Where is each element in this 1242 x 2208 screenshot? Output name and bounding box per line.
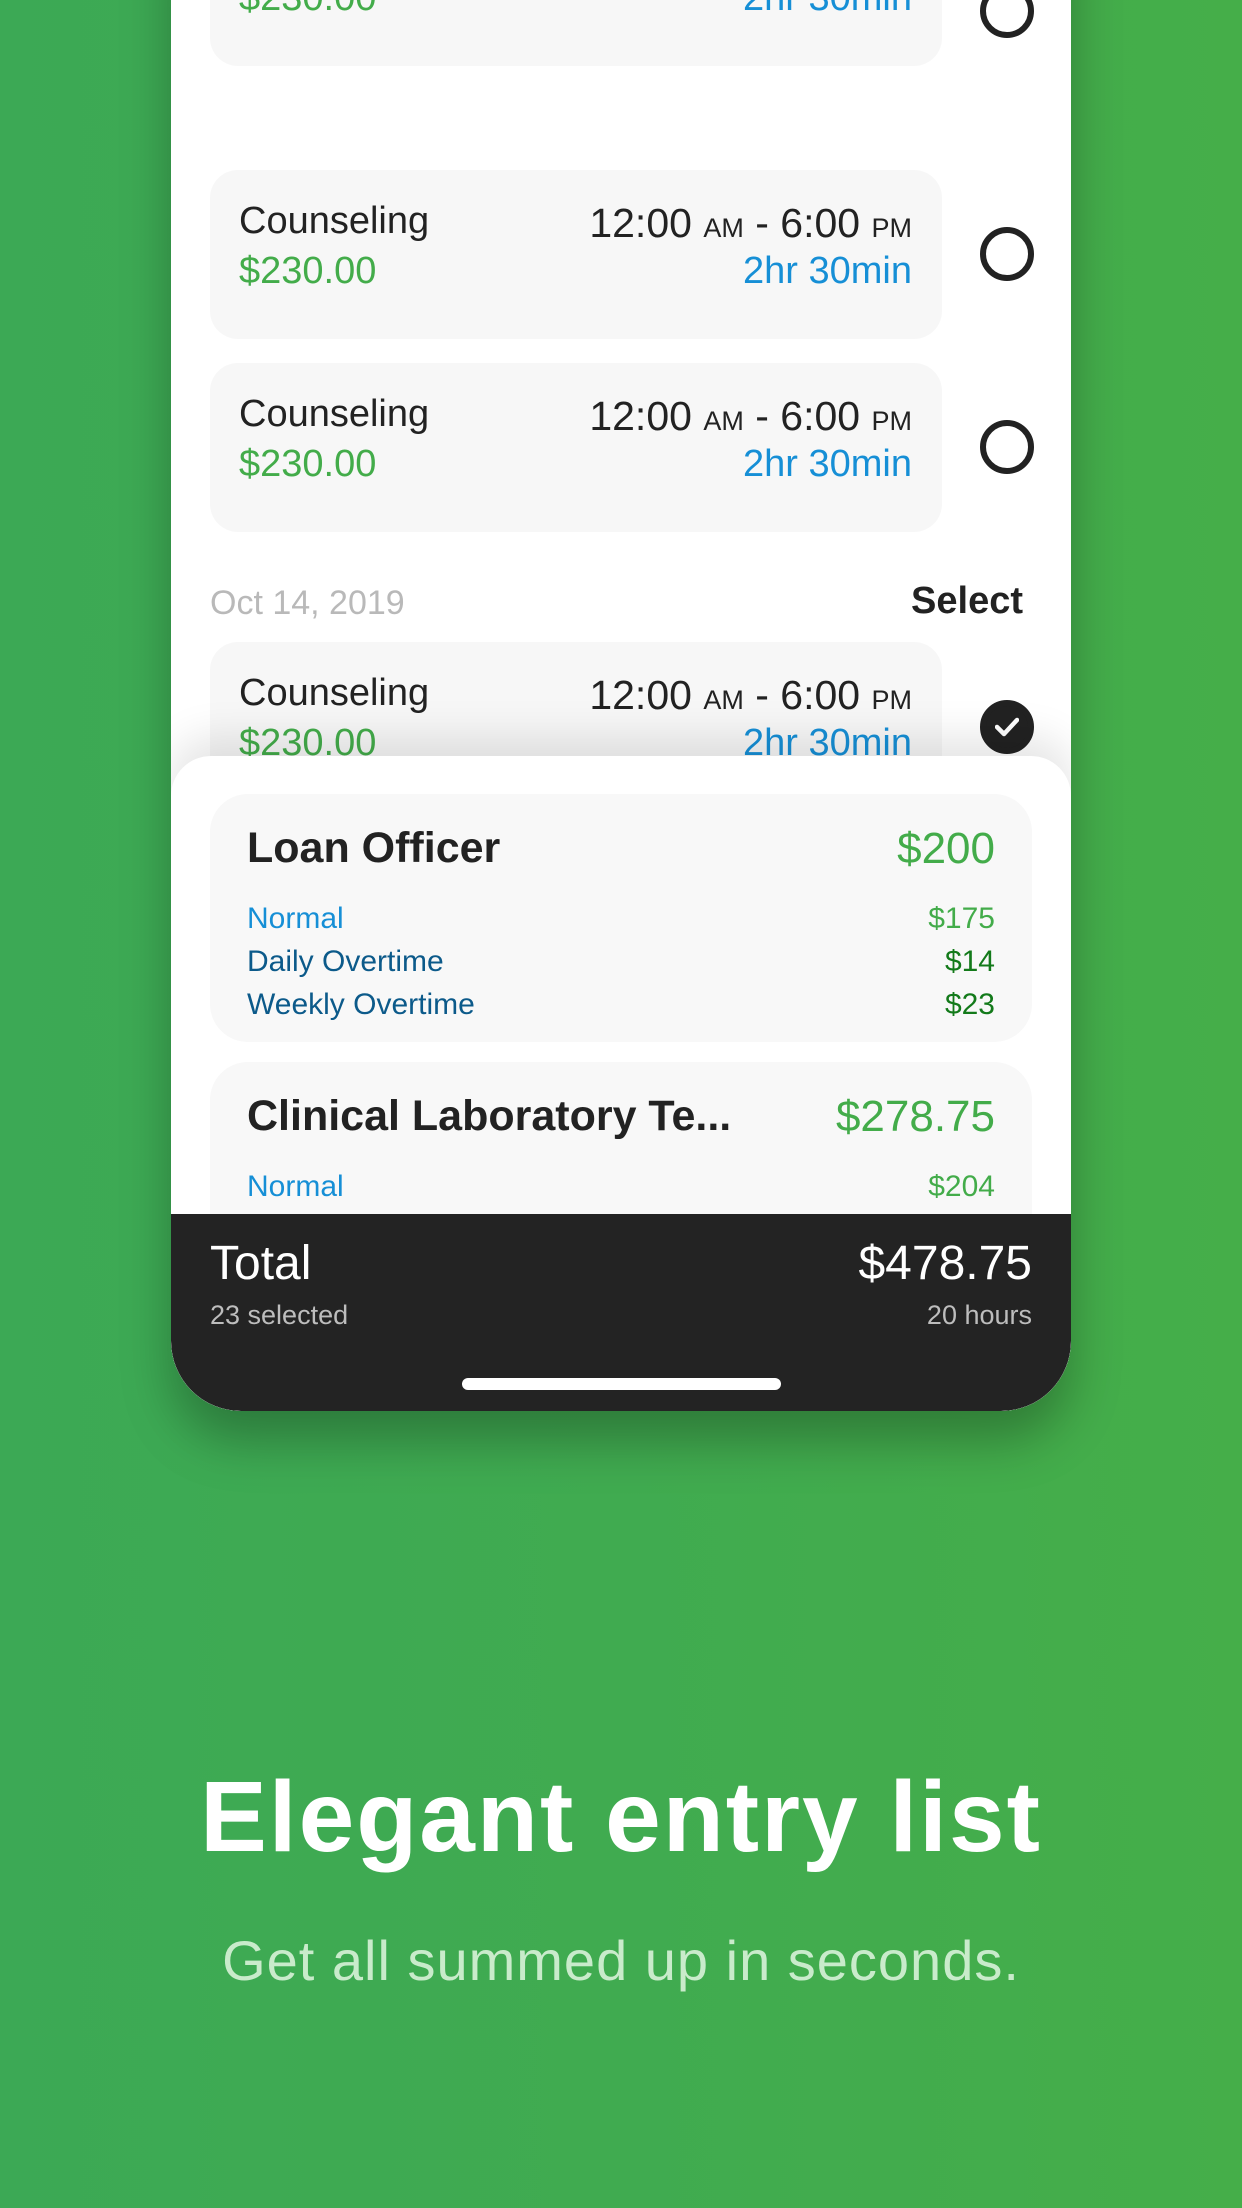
pay-value: $23 <box>944 988 995 1021</box>
entry-card[interactable]: Counseling $230.00 12:00 AM - 6:00 PM 2h… <box>210 170 942 339</box>
job-title: Clinical Laboratory Te... <box>247 1092 732 1140</box>
pay-label: Daily Overtime <box>247 945 444 978</box>
pay-row: Daily Overtime $14 <box>247 945 995 981</box>
selected-count: 23 selected <box>210 1300 349 1330</box>
pay-label: Normal <box>247 902 344 935</box>
pay-value: $204 <box>928 1170 995 1203</box>
pay-value: $175 <box>928 902 995 935</box>
entry-card[interactable]: Counseling $230.00 12:00 AM - 6:00 PM 2h… <box>210 0 942 66</box>
pay-value: $14 <box>944 945 995 978</box>
pay-label: Normal <box>247 1170 344 1203</box>
entry-duration: 2hr 30min <box>743 443 912 485</box>
entry-name: Counseling <box>239 200 430 242</box>
job-total: $200 <box>897 824 995 873</box>
pay-row: Normal $204 <box>247 1170 995 1206</box>
pay-row: Weekly Overtime $23 <box>247 988 995 1024</box>
entry-amount: $230.00 <box>239 443 377 485</box>
pay-row: Normal $175 <box>247 902 995 938</box>
entry-amount: $230.00 <box>239 250 377 292</box>
entry-time-range: 12:00 AM - 6:00 PM <box>589 200 912 246</box>
entry-time-range: 12:00 AM - 6:00 PM <box>589 393 912 439</box>
marketing-subline: Get all summed up in seconds. <box>222 1929 1020 1992</box>
marketing-headline: Elegant entry list <box>200 1761 1042 1873</box>
entry-duration: 2hr 30min <box>743 0 912 20</box>
select-circle-icon[interactable] <box>980 0 1034 38</box>
entry-name: Counseling <box>239 393 430 435</box>
entry-duration: 2hr 30min <box>743 250 912 292</box>
total-amount: $478.75 <box>858 1237 1032 1290</box>
home-indicator[interactable] <box>462 1378 781 1390</box>
phone-screen: Counseling $230.00 12:00 AM - 6:00 PM 2h… <box>171 0 1071 1411</box>
select-circle-icon[interactable] <box>980 420 1034 474</box>
checkmark-circle-icon[interactable] <box>980 700 1034 754</box>
job-summary-card[interactable]: Loan Officer $200 Normal $175 Daily Over… <box>210 794 1032 1042</box>
select-button[interactable]: Select <box>911 580 1023 623</box>
select-circle-icon[interactable] <box>980 227 1034 281</box>
total-hours: 20 hours <box>926 1300 1032 1330</box>
entry-amount: $230.00 <box>239 0 376 20</box>
date-header: Oct 14, 2019 <box>210 584 405 622</box>
entry-card[interactable]: Counseling $230.00 12:00 AM - 6:00 PM 2h… <box>210 363 942 532</box>
entry-time-range: 12:00 AM - 6:00 PM <box>589 672 912 718</box>
pay-label: Weekly Overtime <box>247 988 475 1021</box>
job-title: Loan Officer <box>247 824 501 872</box>
total-footer: Total 23 selected $478.75 20 hours <box>171 1214 1071 1411</box>
total-label: Total <box>210 1237 312 1290</box>
checkmark-icon <box>995 717 1019 737</box>
job-total: $278.75 <box>835 1092 995 1141</box>
entry-name: Counseling <box>239 672 430 714</box>
